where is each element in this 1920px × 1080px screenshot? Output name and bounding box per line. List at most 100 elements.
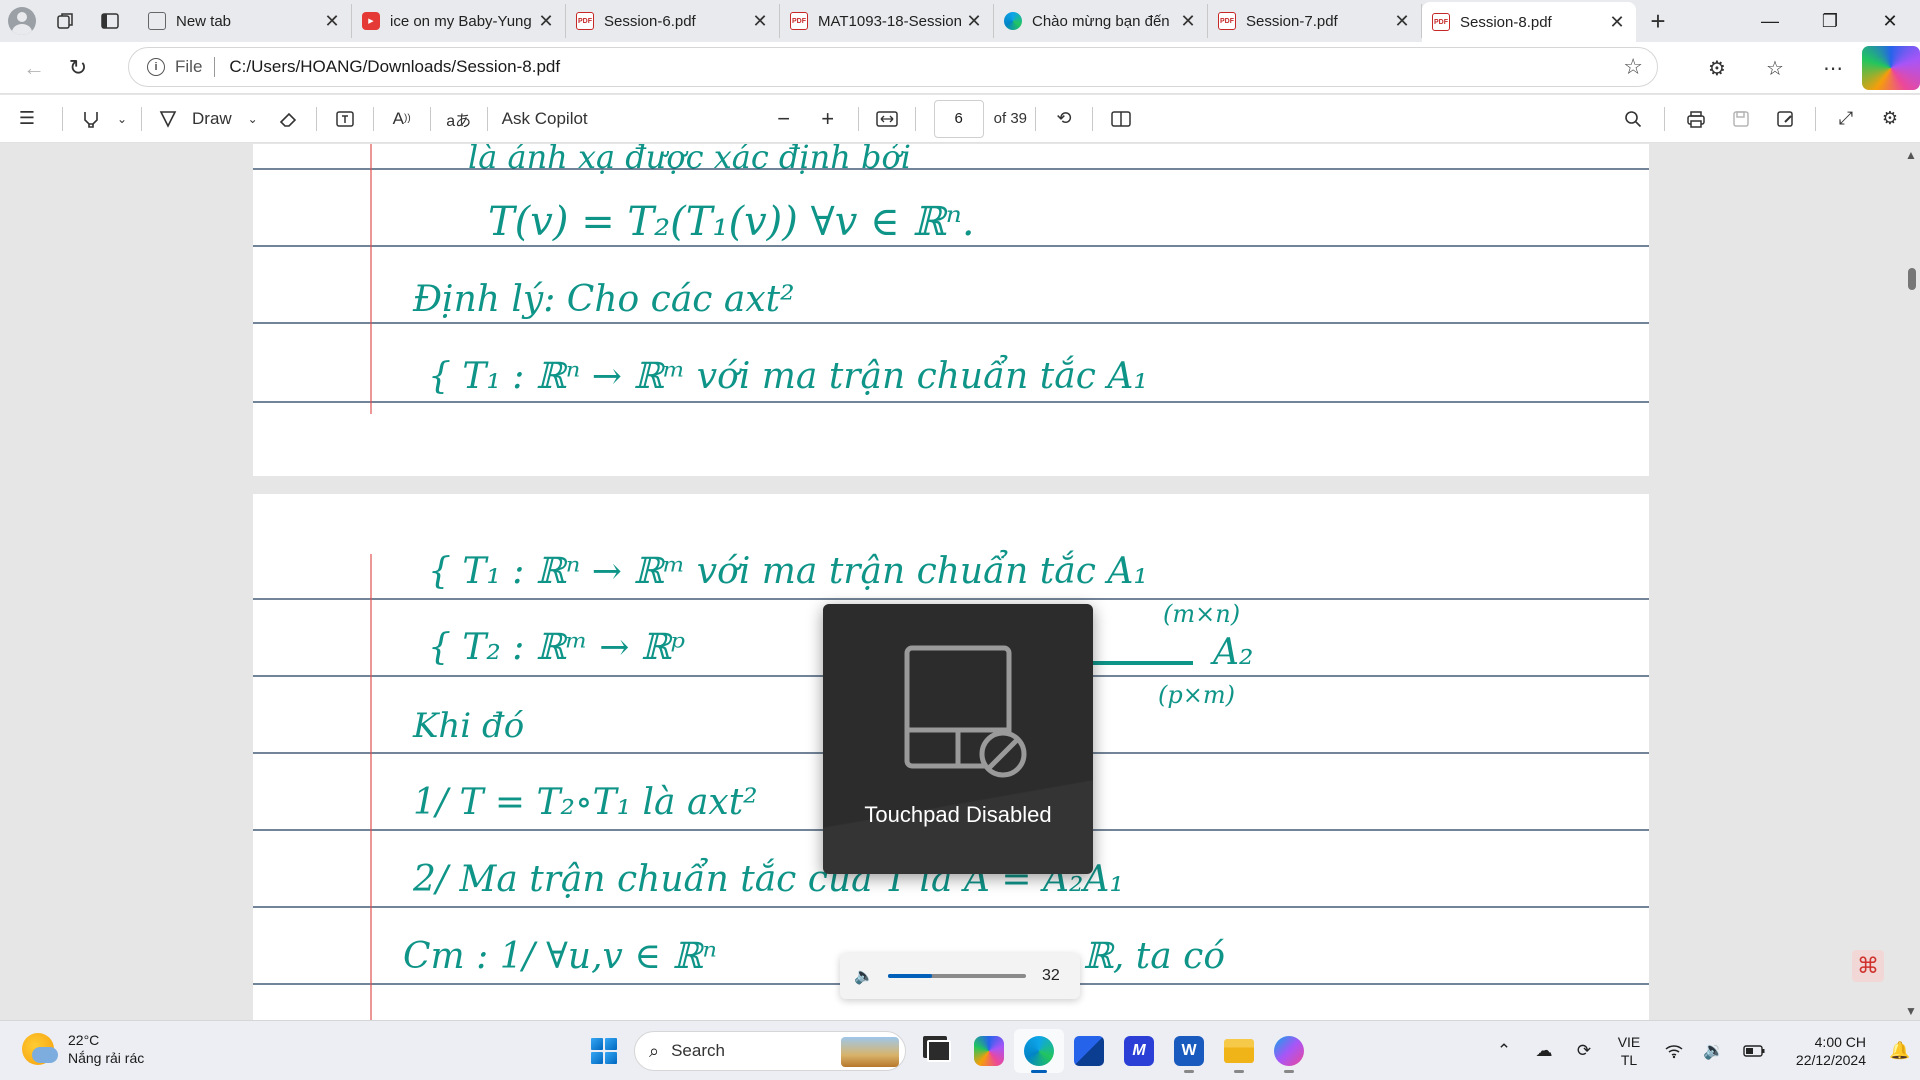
new-tab-button[interactable]: + [1636,0,1680,42]
zoom-in-button[interactable]: + [806,95,850,143]
word-taskbar-button[interactable]: W [1164,1029,1214,1073]
contents-icon[interactable]: ☰ [0,95,54,143]
fit-width-icon[interactable] [867,95,907,143]
toolbar-divider [372,106,374,131]
save-as-icon[interactable] [1763,95,1807,143]
new-tab-icon [148,12,166,30]
ask-copilot-button[interactable]: Ask Copilot [496,95,594,143]
back-button[interactable]: ← [12,46,56,90]
zoom-out-button[interactable]: − [762,95,806,143]
site-info-icon[interactable]: i [147,58,165,76]
acrobat-icon[interactable]: ⌘ [1852,950,1884,982]
extensions-icon[interactable]: ⚙ [1688,46,1746,90]
speaker-icon[interactable]: 🔈 [854,966,880,986]
show-hidden-icons-chevron-icon[interactable]: ⌃ [1484,1031,1524,1071]
task-view-button[interactable] [914,1029,964,1073]
running-indicator [1234,1070,1244,1073]
toolbar-divider [857,106,859,131]
taskbar-search[interactable]: ⌕ Search [634,1031,906,1071]
page-view-icon[interactable] [1101,95,1141,143]
tab-session-6[interactable]: PDF Session-6.pdf ✕ [566,4,780,38]
scroll-up-icon[interactable]: ▲ [1905,148,1917,162]
print-icon[interactable] [1673,95,1719,143]
tab-new-tab[interactable]: New tab ✕ [138,4,352,38]
tab-youtube[interactable]: ▶ ice on my Baby-Yung ✕ [352,4,566,38]
search-pdf-icon[interactable] [1610,95,1656,143]
tab-session-7[interactable]: PDF Session-7.pdf ✕ [1208,4,1422,38]
draw-dropdown-icon[interactable]: ⌄ [238,95,268,143]
pdf-page-5: là ánh xạ được xác định bởi T(v) = T₂(T₁… [253,144,1649,476]
store-taskbar-button[interactable] [1064,1029,1114,1073]
search-icon: ⌕ [649,1040,660,1061]
wifi-icon[interactable] [1654,1031,1694,1071]
handwritten-line: { T₁ : ℝⁿ → ℝᵐ với ma trận chuẩn tắc A₁ [428,551,1148,592]
copilot-taskbar-button[interactable] [964,1029,1014,1073]
close-tab-icon[interactable]: ✕ [537,11,555,32]
restore-button[interactable]: ❐ [1800,0,1860,42]
draw-icon[interactable] [150,95,186,143]
save-icon[interactable] [1719,95,1763,143]
url-field[interactable]: i File C:/Users/HOANG/Downloads/Session-… [128,47,1658,87]
taskbar-apps: ⌕ Search M W [582,1029,1314,1073]
favorites-icon[interactable]: ☆ [1746,46,1804,90]
edge-icon [1024,1036,1054,1066]
battery-icon[interactable] [1734,1031,1774,1071]
page-number-input[interactable]: 6 [933,99,984,138]
close-window-button[interactable]: ✕ [1860,0,1920,42]
onedrive-icon[interactable]: ☁ [1524,1031,1564,1071]
weather-widget[interactable]: 22°C Nắng rải rác [22,1031,144,1067]
eraser-icon[interactable] [268,95,308,143]
scroll-down-icon[interactable]: ▼ [1905,1004,1917,1018]
edge-taskbar-button[interactable] [1014,1029,1064,1073]
touchpad-disabled-flyout: Touchpad Disabled [823,604,1093,874]
more-menu-icon[interactable]: ⋯ [1804,46,1862,90]
favorite-star-icon[interactable]: ☆ [1623,54,1643,80]
tab-session-8[interactable]: PDF Session-8.pdf ✕ [1422,2,1636,42]
close-tab-icon[interactable]: ✕ [751,11,769,32]
settings-gear-icon[interactable]: ⚙ [1868,95,1912,143]
url-text[interactable]: C:/Users/HOANG/Downloads/Session-8.pdf [229,57,560,77]
volume-slider[interactable] [888,974,1026,978]
volume-icon[interactable]: 🔉 [1694,1031,1734,1071]
highlight-dropdown-icon[interactable]: ⌄ [111,95,133,143]
close-tab-icon[interactable]: ✕ [965,11,983,32]
translate-icon[interactable]: aあ [439,95,479,143]
close-tab-icon[interactable]: ✕ [1608,12,1626,33]
touchpad-status-label: Touchpad Disabled [864,802,1052,827]
url-divider [214,57,216,77]
read-aloud-icon[interactable]: A)) [382,95,422,143]
toolbar-divider [429,106,431,131]
profile-button[interactable] [0,0,44,42]
minimize-button[interactable]: — [1740,0,1800,42]
draw-button[interactable]: Draw [186,95,238,143]
vertical-scrollbar[interactable]: ▲ ▼ [1902,144,1920,1020]
tab-welcome[interactable]: Chào mừng bạn đến ✕ [994,4,1208,38]
rotate-icon[interactable]: ⟲ [1044,95,1084,143]
sync-icon[interactable]: ⟳ [1564,1031,1604,1071]
refresh-button[interactable]: ↻ [56,46,100,90]
tab-actions-icon[interactable] [88,0,132,42]
notification-bell-icon[interactable]: 🔔 [1880,1041,1920,1061]
close-tab-icon[interactable]: ✕ [1179,11,1197,32]
file-explorer-taskbar-button[interactable] [1214,1029,1264,1073]
math-app-icon: M [1124,1036,1154,1066]
text-box-icon[interactable] [325,95,365,143]
close-tab-icon[interactable]: ✕ [323,11,341,32]
math-app-taskbar-button[interactable]: M [1114,1029,1164,1073]
copilot-button[interactable] [1862,46,1920,90]
workspaces-icon[interactable] [44,0,88,42]
pdf-icon: PDF [1432,13,1450,31]
fullscreen-icon[interactable]: ⤢ [1824,95,1868,143]
volume-flyout: 🔈 32 [840,953,1080,999]
tab-mat1093[interactable]: PDF MAT1093-18-Session ✕ [780,4,994,38]
close-tab-icon[interactable]: ✕ [1393,11,1411,32]
clock[interactable]: 4:00 CH 22/12/2024 [1774,1033,1866,1069]
pdf-viewer[interactable]: là ánh xạ được xác định bởi T(v) = T₂(T₁… [0,144,1920,1020]
address-bar: ← ↻ i File C:/Users/HOANG/Downloads/Sess… [0,42,1920,94]
volume-value: 32 [1042,967,1060,984]
highlight-icon[interactable] [71,95,111,143]
language-indicator[interactable]: VIE TL [1604,1033,1654,1069]
start-button[interactable] [582,1029,626,1073]
scroll-thumb[interactable] [1908,268,1916,290]
messenger-taskbar-button[interactable] [1264,1029,1314,1073]
